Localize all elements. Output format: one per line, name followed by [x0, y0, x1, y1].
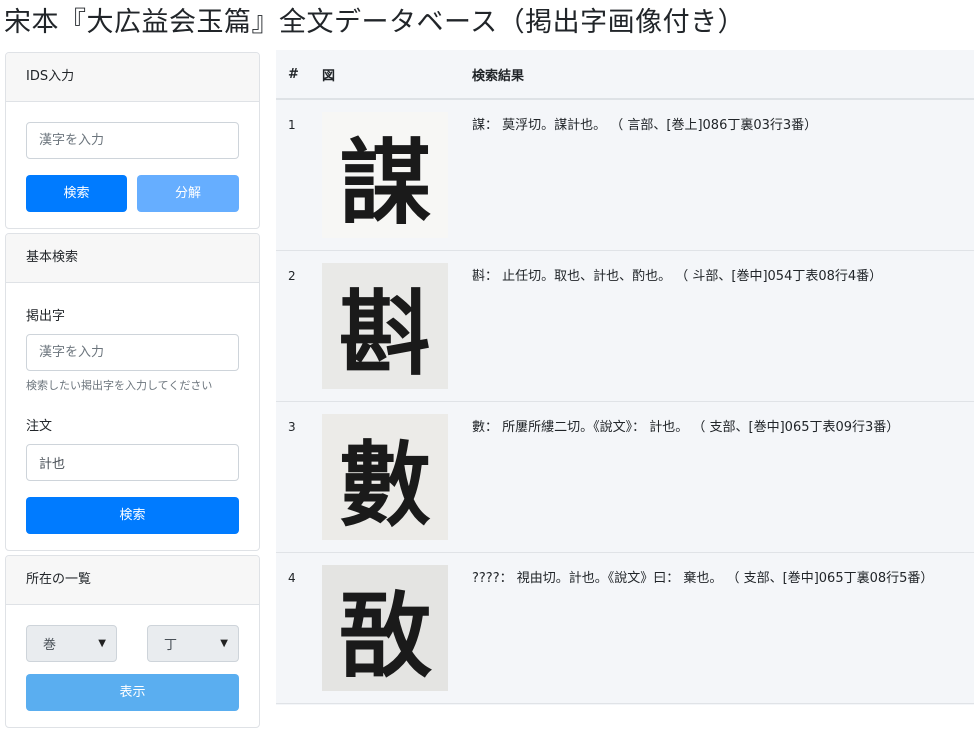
ids-input[interactable]	[26, 122, 239, 159]
column-header-image: 図	[322, 68, 336, 84]
ids-panel-header: IDS入力	[6, 53, 259, 102]
glyph-image: 數	[322, 414, 448, 540]
ids-search-button[interactable]: 検索	[26, 175, 127, 212]
headword-help-text: 検索したい掲出字を入力してください	[26, 379, 213, 392]
basic-search-button[interactable]: 検索	[26, 497, 239, 534]
result-text: 數： 所屢所縷二切。《說文》： 計也。 （ 支部、[巻中]065丁表09行3番）	[472, 420, 900, 435]
page-select[interactable]: 丁 ▼	[147, 625, 239, 662]
result-text: 斟： 止任切。取也、計也、酌也。 （ 斗部、[巻中]054丁表08行4番）	[472, 269, 883, 284]
results-table: # 図 検索結果 1 謀 謀： 莫浮切。謀計也。 （ 言部、[巻上]086丁裏0…	[276, 50, 974, 705]
basic-search-header: 基本検索	[6, 234, 259, 283]
sidebar: IDS入力 検索 分解 基本検索 掲出字 検索したい掲出字を入力してください 注…	[5, 52, 260, 732]
glyph-image: 敔	[322, 565, 448, 691]
column-header-num: #	[288, 66, 299, 82]
location-panel-header: 所在の一覧	[6, 556, 259, 605]
table-row: 1 謀 謀： 莫浮切。謀計也。 （ 言部、[巻上]086丁裏03行3番）	[276, 100, 974, 251]
ids-panel: IDS入力 検索 分解	[5, 52, 260, 229]
volume-select[interactable]: 巻 ▼	[26, 625, 117, 662]
table-row: 3 數 數： 所屢所縷二切。《說文》： 計也。 （ 支部、[巻中]065丁表09…	[276, 402, 974, 553]
headword-input[interactable]	[26, 334, 239, 371]
chevron-down-icon: ▼	[98, 638, 106, 649]
result-text: 謀： 莫浮切。謀計也。 （ 言部、[巻上]086丁裏03行3番）	[472, 118, 818, 133]
page-title: 宋本『大広益会玉篇』全文データベース（掲出字画像付き）	[4, 7, 746, 38]
ids-decompose-button[interactable]: 分解	[137, 175, 239, 212]
row-number: 2	[288, 269, 296, 283]
location-panel: 所在の一覧 巻 ▼ 丁 ▼ 表示	[5, 555, 260, 728]
glyph-image: 謀	[322, 112, 448, 238]
result-text: ????： 視由切。計也。《說文》曰： 棄也。 （ 支部、[巻中]065丁裏08…	[472, 571, 934, 586]
basic-search-panel: 基本検索 掲出字 検索したい掲出字を入力してください 注文 検索	[5, 233, 260, 551]
row-number: 3	[288, 420, 296, 434]
annotation-label: 注文	[26, 419, 53, 434]
row-number: 1	[288, 118, 296, 132]
page-select-value: 丁	[164, 638, 178, 653]
table-row: 2 斟 斟： 止任切。取也、計也、酌也。 （ 斗部、[巻中]054丁表08行4番…	[276, 251, 974, 402]
headword-label: 掲出字	[26, 309, 66, 324]
volume-select-value: 巻	[43, 638, 57, 653]
annotation-input[interactable]	[26, 444, 239, 481]
show-button[interactable]: 表示	[26, 674, 239, 711]
table-row: 4 敔 ????： 視由切。計也。《說文》曰： 棄也。 （ 支部、[巻中]065…	[276, 553, 974, 704]
column-header-result: 検索結果	[472, 68, 525, 84]
glyph-image: 斟	[322, 263, 448, 389]
row-number: 4	[288, 571, 296, 585]
results-table-header: # 図 検索結果	[276, 50, 974, 100]
chevron-down-icon: ▼	[220, 638, 228, 649]
